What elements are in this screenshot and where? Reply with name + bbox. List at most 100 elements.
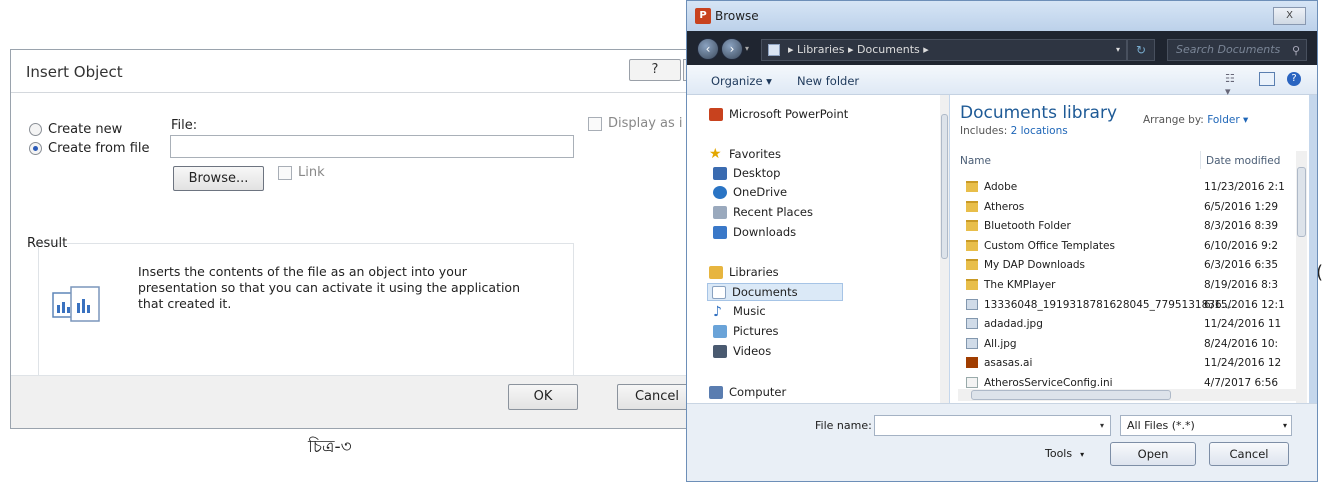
file-list-hscroll-thumb[interactable] [971,390,1171,400]
arrange-by: Arrange by: Folder ▾ [1143,114,1248,126]
address-dropdown-icon[interactable]: ▾ [1116,40,1120,60]
nav-label: Documents [732,285,798,299]
nav-label: Music [733,304,766,318]
address-row: ‹ › ▾ ▸ Libraries ▸ Documents ▸ ▾ ↻ Sear… [687,31,1317,65]
image-file-icon [966,298,978,310]
file-list-vscroll-thumb[interactable] [1297,167,1306,237]
file-date-modified: 4/7/2017 6:56 [1204,377,1279,389]
browse-button[interactable]: Browse... [173,166,264,191]
file-type-value: All Files (*.*) [1127,419,1195,432]
nav-item-powerpoint[interactable]: Microsoft PowerPoint [709,107,848,121]
file-name-dropdown-icon[interactable]: ▾ [1093,415,1111,436]
file-list-item[interactable]: My DAP Downloads 6/3/2016 6:35 [950,256,1295,275]
nav-item-favorites[interactable]: ★ Favorites [709,147,781,161]
file-name: All.jpg [984,337,1017,350]
folder-icon [966,220,978,232]
folder-icon [966,200,978,212]
music-icon: ♪ [713,303,722,320]
nav-item-pictures[interactable]: Pictures [713,324,779,338]
create-from-file-radio[interactable] [29,142,42,155]
nav-label: Recent Places [733,205,813,219]
search-input[interactable]: Search Documents ⚲ [1167,39,1307,61]
nav-item-desktop[interactable]: Desktop [713,166,780,180]
nav-label: Pictures [733,324,779,338]
new-folder-button[interactable]: New folder [797,74,859,88]
forward-arrow-icon[interactable]: › [721,38,743,60]
link-checkbox[interactable] [278,165,292,180]
file-list-item[interactable]: Custom Office Templates 6/10/2016 9:2 [950,237,1295,256]
search-placeholder: Search Documents [1176,43,1281,56]
create-new-radio[interactable] [29,123,42,136]
nav-item-music[interactable]: ♪ Music [713,303,766,320]
display-as-icon-checkbox[interactable] [588,116,602,131]
file-list-item[interactable]: Atheros 6/5/2016 1:29 [950,198,1295,217]
file-list-item[interactable]: adadad.jpg 11/24/2016 11 [950,315,1295,334]
link-option[interactable]: Link [278,165,325,180]
browse-toolbar: Organize ▾ New folder ☷ ▾ ? [687,65,1317,98]
file-name: My DAP Downloads [984,259,1086,272]
chevron-down-icon: ▾ [1080,450,1085,459]
create-new-label: Create new [48,122,123,137]
browse-cancel-button[interactable]: Cancel [1209,442,1289,466]
file-list-item[interactable]: asasas.ai 11/24/2016 12 [950,354,1295,373]
address-bar[interactable]: ▸ Libraries ▸ Documents ▸ ▾ [761,39,1127,61]
link-label: Link [298,165,325,180]
create-new-option[interactable]: Create new [29,122,122,137]
star-icon: ★ [709,146,722,162]
nav-label: Videos [733,344,772,358]
recent-dropdown-icon[interactable]: ▾ [745,44,749,53]
cloud-icon [713,185,727,199]
nav-label: Libraries [729,265,779,279]
settings-file-icon [966,377,978,388]
nav-item-videos[interactable]: Videos [713,344,771,358]
cancel-button[interactable]: Cancel [617,384,697,410]
folder-icon [966,279,978,290]
file-name: Custom Office Templates [984,239,1115,252]
navigation-pane: Microsoft PowerPoint ★ Favorites Desktop… [687,95,949,403]
nav-item-downloads[interactable]: Downloads [713,225,796,239]
nav-label: Microsoft PowerPoint [729,107,849,121]
browse-dialog: P Browse X ‹ › ▾ ▸ Libraries ▸ Documents… [686,0,1318,482]
desktop-icon [713,166,727,180]
nav-item-onedrive[interactable]: OneDrive [713,185,787,199]
file-type-select[interactable]: All Files (*.*) ▾ [1120,415,1292,436]
display-as-icon-label: Display as i [608,116,683,131]
nav-scrollbar-thumb[interactable] [941,114,948,259]
tools-menu[interactable]: Tools ▾ [1045,447,1084,460]
arrange-dropdown[interactable]: Folder ▾ [1207,114,1248,126]
file-date-modified: 6/10/2016 9:2 [1204,239,1279,252]
file-list-item[interactable]: 13336048_1919318781628045_7795131836... 6… [950,296,1295,315]
browse-close-button[interactable]: X [1273,7,1306,25]
nav-item-computer[interactable]: Computer [709,385,786,399]
create-from-file-option[interactable]: Create from file [29,141,150,156]
includes-link[interactable]: 2 locations [1011,125,1068,137]
file-list-item[interactable]: Adobe 11/23/2016 2:1 [950,178,1295,197]
folder-icon [966,181,978,192]
organize-menu[interactable]: Organize ▾ [711,74,772,88]
file-list-item[interactable]: All.jpg 8/24/2016 10: [950,335,1295,354]
file-list-item[interactable]: The KMPlayer 8/19/2016 8:3 [950,276,1295,295]
column-name[interactable]: Name [960,155,991,167]
nav-item-recent-places[interactable]: Recent Places [713,205,813,219]
open-button[interactable]: Open [1110,442,1196,466]
column-date-modified[interactable]: Date modified [1206,155,1296,167]
view-options-icon[interactable]: ☷ ▾ [1225,72,1241,98]
dialog-title: Insert Object [26,63,123,81]
folder-icon [966,259,978,271]
help-icon[interactable]: ? [1287,72,1301,86]
file-name-input[interactable] [874,415,1111,436]
help-button[interactable]: ? [629,59,681,81]
file-date-modified: 8/3/2016 8:39 [1204,220,1279,233]
title-divider [11,92,697,93]
nav-item-libraries[interactable]: Libraries [709,265,779,279]
browse-title: Browse [715,9,759,23]
column-divider[interactable] [1200,151,1201,169]
refresh-icon[interactable]: ↻ [1127,39,1155,61]
display-as-icon-option[interactable]: Display as i [588,116,683,131]
ok-button[interactable]: OK [508,384,578,410]
back-arrow-icon[interactable]: ‹ [697,38,719,60]
file-path-input[interactable] [170,135,574,158]
file-list-item[interactable]: Bluetooth Folder 8/3/2016 8:39 [950,217,1295,236]
nav-item-documents[interactable]: Documents [707,283,843,301]
preview-pane-icon[interactable] [1259,72,1275,86]
